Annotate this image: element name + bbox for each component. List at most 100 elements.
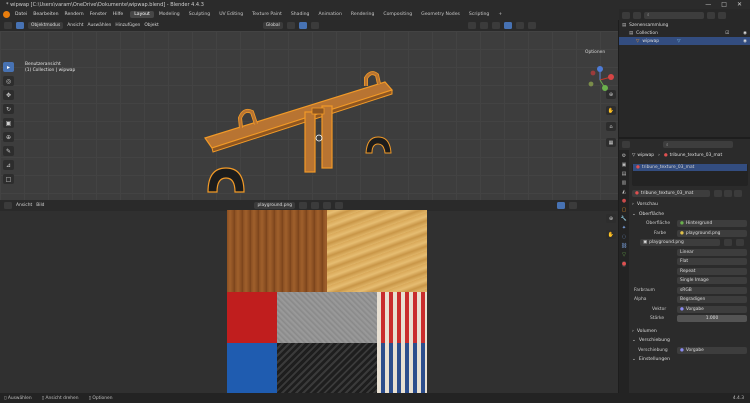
menu-file[interactable]: Datei — [12, 12, 30, 17]
world-tab-icon[interactable]: ● — [622, 198, 626, 204]
outliner-row-scene-collection[interactable]: ▤ Szenensammlung — [619, 21, 750, 29]
outliner-search-input[interactable]: ⌕ — [644, 11, 704, 19]
tab-modeling[interactable]: Modeling — [155, 11, 184, 18]
modifier-tab-icon[interactable]: 🔧 — [621, 216, 627, 222]
right-bumper[interactable] — [365, 136, 392, 154]
tab-uv-editing[interactable]: UV Editing — [215, 11, 247, 18]
tab-layout[interactable]: Layout — [130, 11, 154, 18]
maximize-button[interactable]: □ — [721, 1, 727, 8]
section-surface[interactable]: ⌄ Oberfläche — [632, 210, 748, 220]
tab-animation[interactable]: Animation — [314, 11, 345, 18]
viewport-3d[interactable]: Objektmodus Ansicht Auswählen Hinzufügen… — [0, 20, 618, 200]
checkbox-icon[interactable]: ☑ — [725, 31, 729, 36]
displacement-field[interactable]: ● Vorgabe — [677, 346, 747, 354]
display-mode-icon[interactable] — [633, 11, 641, 19]
gizmo-x-axis[interactable] — [608, 74, 614, 80]
constraints-tab-icon[interactable]: ⛓ — [621, 243, 627, 249]
menu-render[interactable]: Rendern — [62, 12, 87, 17]
tab-geometry-nodes[interactable]: Geometry Nodes — [417, 11, 464, 18]
image-new-icon[interactable] — [311, 202, 320, 209]
alpha-dropdown[interactable]: Begradigen — [677, 296, 747, 304]
image-pin-icon[interactable] — [335, 202, 344, 209]
particles-tab-icon[interactable]: ✦ — [622, 225, 626, 231]
strength-field[interactable]: 1.000 — [677, 315, 747, 323]
add-workspace-button[interactable]: + — [494, 11, 506, 18]
pan-hand-icon[interactable]: ✋ — [606, 106, 616, 115]
image-menu-image[interactable]: Bild — [36, 203, 44, 208]
image-selector[interactable]: playground.png — [254, 202, 296, 209]
image-copy-icon[interactable] — [299, 202, 308, 209]
tab-texture-paint[interactable]: Texture Paint — [248, 11, 286, 18]
image-browse-icon[interactable] — [724, 239, 732, 247]
tab-compositing[interactable]: Compositing — [379, 11, 416, 18]
camera-view-icon[interactable]: ⌂ — [606, 122, 616, 131]
filter-icon[interactable] — [707, 11, 715, 19]
image-editor[interactable]: Ansicht Bild playground.png ⊕ ✋ — [0, 200, 618, 393]
tab-shading[interactable]: Shading — [287, 11, 314, 18]
seesaw-model[interactable] — [0, 20, 618, 200]
new-collection-icon[interactable] — [718, 11, 726, 19]
image-pan-icon[interactable]: ✋ — [606, 230, 616, 239]
section-preview[interactable]: › Vorschau — [632, 200, 748, 210]
material-slot-row[interactable]: ● tribune_texture_03_mat — [633, 163, 747, 171]
material-slot-list[interactable]: ● tribune_texture_03_mat — [632, 163, 748, 186]
image-display-channels-icon[interactable] — [557, 202, 566, 209]
blender-logo-icon[interactable] — [3, 11, 10, 18]
perspective-toggle-icon[interactable]: ▦ — [606, 138, 616, 147]
outliner-row-collection[interactable]: ▤ Collection ☑ ◉ — [619, 29, 750, 37]
source-dropdown[interactable]: Single Image — [677, 277, 747, 285]
section-displacement[interactable]: ⌄ Verschiebung — [632, 336, 748, 346]
physics-tab-icon[interactable]: ◌ — [622, 234, 626, 240]
outliner-type-icon[interactable] — [622, 11, 630, 19]
surface-shader-field[interactable]: ● Hintergrund — [677, 220, 747, 228]
material-selector[interactable]: ● tribune_texture_03_mat — [632, 189, 710, 197]
object-tab-icon[interactable]: ▢ — [622, 207, 627, 213]
outliner-row-wipwap[interactable]: ▽ wipwap ▽ ◉ — [619, 37, 750, 45]
vector-field[interactable]: ● Vorgabe — [677, 305, 747, 313]
image-close-field-icon[interactable] — [736, 239, 744, 247]
image-datablock-field[interactable]: ▣ playground.png — [640, 239, 720, 247]
material-tab-icon[interactable]: ● — [621, 261, 627, 267]
tool-tab-icon[interactable]: ⚙ — [622, 153, 626, 159]
eye-icon[interactable]: ◉ — [743, 39, 747, 44]
section-volume[interactable]: › Volumen — [632, 327, 748, 337]
extension-dropdown[interactable]: Repeat — [677, 267, 747, 275]
outliner[interactable]: ⌕ ▤ Szenensammlung ▤ Collection ☑ ◉ ▽ wi… — [619, 9, 750, 137]
gizmo-z-axis[interactable] — [597, 66, 603, 72]
seesaw-plank[interactable] — [204, 81, 394, 153]
color-texture-field[interactable]: ● playground.png — [677, 229, 747, 237]
menu-edit[interactable]: Bearbeiten — [30, 12, 61, 17]
tab-rendering[interactable]: Rendering — [347, 11, 378, 18]
zoom-icon[interactable]: ⊕ — [606, 90, 616, 99]
image-menu-view[interactable]: Ansicht — [16, 203, 32, 208]
menu-help[interactable]: Hilfe — [110, 12, 126, 17]
material-copy-icon[interactable] — [714, 189, 722, 197]
output-tab-icon[interactable]: ▤ — [622, 171, 627, 177]
image-close-icon[interactable] — [323, 202, 332, 209]
material-users-icon[interactable] — [724, 189, 732, 197]
scene-tab-icon[interactable]: ◭ — [622, 189, 626, 195]
image-gizmo-icon[interactable] — [569, 202, 578, 209]
material-unlink-icon[interactable] — [734, 189, 742, 197]
section-settings[interactable]: ⌄ Einstellungen — [632, 355, 748, 365]
minimize-button[interactable]: — — [705, 1, 711, 8]
view-layer-tab-icon[interactable]: ▥ — [622, 180, 627, 186]
close-button[interactable]: ✕ — [737, 1, 742, 8]
texture-image[interactable] — [227, 210, 427, 393]
image-zoom-icon[interactable]: ⊕ — [606, 214, 616, 223]
data-tab-icon[interactable]: ▽ — [622, 252, 626, 258]
properties-type-icon[interactable] — [622, 141, 630, 148]
colorspace-dropdown[interactable]: sRGB — [677, 286, 747, 294]
seesaw-right-handle[interactable] — [364, 71, 381, 86]
properties-panel[interactable]: ⌕ ⚙ ▣ ▤ ▥ ◭ ● ▢ 🔧 ✦ ◌ ⛓ ▽ ● ▽ wipwap › ●… — [619, 139, 750, 393]
properties-search-input[interactable]: ⌕ — [663, 141, 733, 148]
tab-sculpting[interactable]: Sculpting — [185, 11, 214, 18]
render-tab-icon[interactable]: ▣ — [622, 162, 627, 168]
interpolation-dropdown[interactable]: Linear — [677, 248, 747, 256]
eye-icon[interactable]: ◉ — [743, 31, 747, 36]
left-bumper[interactable] — [207, 167, 245, 193]
tab-scripting[interactable]: Scripting — [465, 11, 493, 18]
menu-window[interactable]: Fenster — [87, 12, 110, 17]
image-editor-type-icon[interactable] — [4, 202, 12, 209]
projection-dropdown[interactable]: Flat — [677, 258, 747, 266]
